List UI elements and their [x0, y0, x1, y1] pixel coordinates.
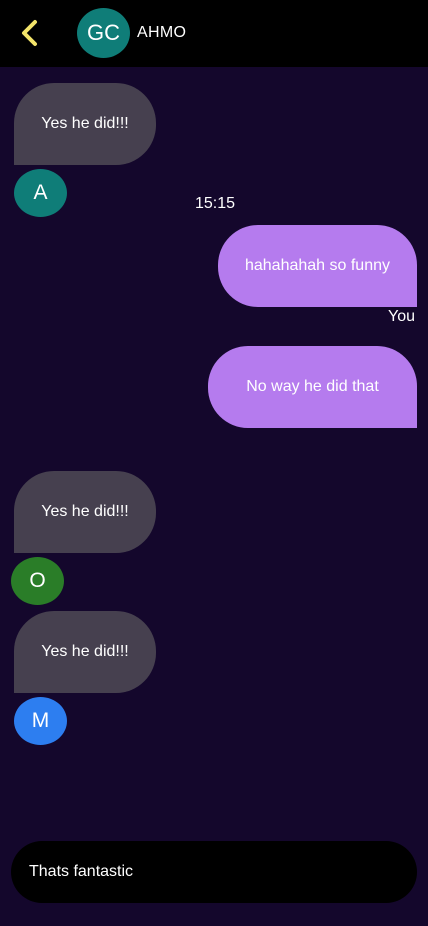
sender-avatar[interactable]: A [14, 169, 67, 217]
message-bubble-incoming[interactable]: Yes he did!!! [14, 471, 156, 553]
sender-avatar[interactable]: O [11, 557, 64, 605]
message-bubble-outgoing[interactable]: hahahahah so funny [218, 225, 417, 307]
sender-label: You [388, 308, 415, 325]
chevron-left-icon [22, 20, 37, 46]
group-avatar[interactable]: GC [77, 8, 130, 58]
message-input[interactable] [29, 863, 399, 881]
message-composer[interactable] [11, 841, 417, 903]
chat-title[interactable]: AHMO [137, 24, 186, 42]
message-bubble-outgoing[interactable]: No way he did that [208, 346, 417, 428]
sender-avatar[interactable]: M [14, 697, 67, 745]
back-button[interactable] [12, 14, 46, 52]
message-bubble-incoming[interactable]: Yes he did!!! [14, 611, 156, 693]
message-timestamp: 15:15 [195, 195, 236, 212]
chat-header: GC AHMO [0, 0, 428, 67]
message-bubble-incoming[interactable]: Yes he did!!! [14, 83, 156, 165]
